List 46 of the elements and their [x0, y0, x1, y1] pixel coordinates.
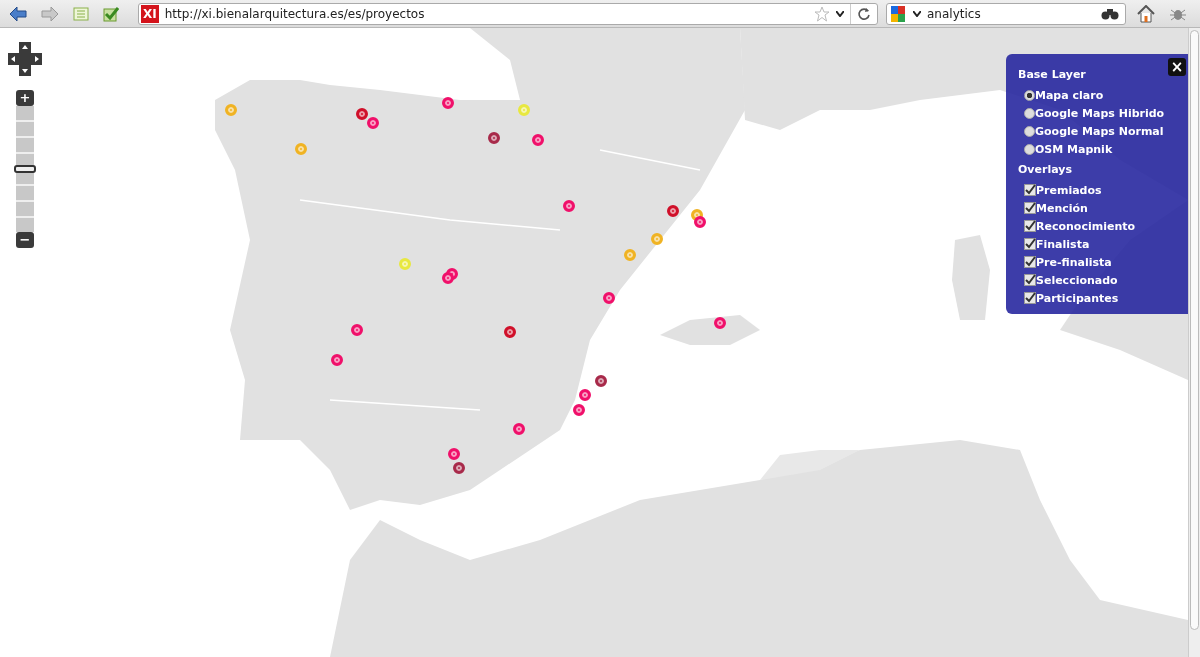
home-icon[interactable] — [1137, 4, 1155, 23]
site-logo: XI — [141, 4, 159, 23]
layer-label[interactable]: Premiados — [1036, 183, 1102, 197]
checkbox[interactable] — [1024, 274, 1036, 286]
pan-control[interactable] — [8, 42, 42, 76]
layer-label[interactable]: OSM Mapnik — [1035, 142, 1113, 156]
address-bar[interactable]: XI http://xi.bienalarquitectura.es/es/proyectos — [138, 2, 878, 25]
zoom-out-button[interactable]: − — [16, 232, 34, 248]
close-button[interactable]: × — [1168, 58, 1186, 76]
search-field[interactable]: analytics — [886, 2, 1126, 25]
radio-button[interactable] — [1024, 125, 1035, 137]
section-title: Overlays — [1018, 163, 1073, 176]
zoom-slider-handle[interactable] — [14, 165, 36, 173]
search-engine-icon[interactable] — [889, 4, 907, 23]
zoom-in-button[interactable]: + — [16, 90, 34, 106]
radio-button[interactable] — [1024, 143, 1035, 155]
forward-icon[interactable] — [41, 5, 59, 22]
checkbox[interactable] — [1024, 238, 1036, 250]
check-icon[interactable] — [103, 5, 119, 22]
reload-icon[interactable] — [857, 6, 871, 21]
url-text: http://xi.bienalarquitectura.es/es/proyectos — [164, 6, 426, 21]
caret-icon[interactable] — [913, 10, 921, 17]
layer-label[interactable]: Finalista — [1036, 237, 1090, 251]
radio-button[interactable] — [1024, 89, 1035, 101]
scrollbar[interactable] — [1188, 28, 1200, 657]
checkbox[interactable] — [1024, 256, 1036, 268]
radio-button[interactable] — [1024, 107, 1035, 119]
binoculars-icon[interactable] — [1101, 7, 1119, 20]
layer-label[interactable]: Pre-finalista — [1036, 255, 1112, 269]
layer-label[interactable]: Seleccionado — [1036, 273, 1118, 287]
zoom-slider[interactable] — [16, 106, 34, 232]
checkbox[interactable] — [1024, 184, 1036, 196]
layer-label[interactable]: Google Maps Hibrido — [1035, 106, 1165, 120]
checkbox[interactable] — [1024, 202, 1036, 214]
search-text: analytics — [927, 6, 982, 21]
layer-label[interactable]: Reconocimiento — [1036, 219, 1136, 233]
layer-label[interactable]: Mención — [1036, 201, 1088, 215]
back-icon[interactable] — [9, 5, 27, 22]
checkbox[interactable] — [1024, 292, 1036, 304]
checkbox[interactable] — [1024, 220, 1036, 232]
layer-label[interactable]: Mapa claro — [1035, 88, 1104, 102]
section-title: Base Layer — [1018, 68, 1087, 81]
layer-label[interactable]: Participantes — [1036, 291, 1119, 305]
layer-label[interactable]: Google Maps Normal — [1035, 124, 1164, 138]
caret-icon[interactable] — [836, 10, 844, 17]
star-icon[interactable] — [814, 5, 830, 22]
